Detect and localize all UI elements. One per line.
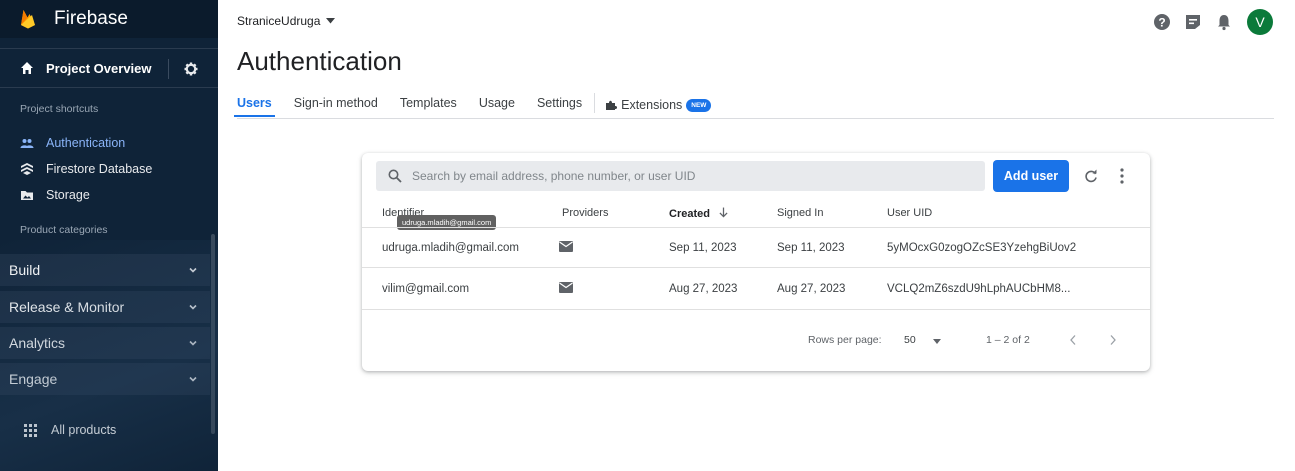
storage-icon [21, 191, 33, 200]
sidebar: Firebase Project Overview Project shortc… [0, 0, 218, 471]
notifications-bell-icon[interactable] [1215, 13, 1233, 31]
puzzle-icon [606, 100, 618, 110]
firestore-icon [21, 163, 33, 175]
tab-templates[interactable]: Templates [400, 93, 457, 117]
divider [168, 59, 169, 79]
cell-signed-in: Aug 27, 2023 [777, 283, 846, 295]
project-overview-row: Project Overview [0, 48, 218, 88]
chevron-right-icon[interactable] [1109, 334, 1117, 346]
avatar[interactable]: V [1247, 9, 1273, 35]
users-table-card: Add user Identifier Providers Created Si… [362, 153, 1150, 371]
chevron-left-icon[interactable] [1069, 334, 1077, 346]
help-icon[interactable]: ? [1153, 13, 1171, 31]
firebase-brand[interactable]: Firebase [0, 0, 218, 38]
cell-created: Sep 11, 2023 [669, 242, 737, 254]
apps-grid-icon [24, 423, 37, 437]
sidebar-item-label: Storage [46, 188, 90, 202]
sidebar-scrollbar[interactable] [211, 234, 215, 434]
tab-usage[interactable]: Usage [479, 93, 515, 117]
column-header-created[interactable]: Created [669, 207, 728, 220]
new-badge: NEW [686, 98, 712, 112]
tab-users[interactable]: Users [234, 93, 275, 117]
project-selector[interactable]: StraniceUdruga [237, 14, 336, 28]
category-label: Analytics [9, 335, 66, 351]
row-divider [362, 227, 1150, 228]
email-provider-icon [559, 282, 573, 293]
page-title: Authentication [237, 46, 402, 76]
home-icon [21, 62, 33, 74]
cell-identifier: udruga.mladih@gmail.com [382, 242, 519, 254]
tab-underline [237, 118, 1274, 119]
category-label: Release & Monitor [9, 299, 125, 315]
firebase-logo-icon [21, 10, 35, 29]
tab-settings[interactable]: Settings [537, 93, 582, 117]
search-icon [388, 169, 402, 183]
add-user-button[interactable]: Add user [993, 160, 1069, 192]
column-header-label: Created [669, 208, 710, 220]
tab-divider [594, 93, 596, 113]
cell-signed-in: Sep 11, 2023 [777, 242, 845, 254]
category-engage[interactable]: Engage [0, 363, 210, 395]
svg-text:?: ? [1158, 16, 1165, 30]
column-header-signed-in[interactable]: Signed In [777, 207, 823, 219]
search-input[interactable] [412, 169, 972, 183]
project-shortcuts-title: Project shortcuts [20, 103, 99, 115]
arrow-down-icon [719, 207, 728, 218]
caret-down-icon [326, 18, 336, 24]
category-analytics[interactable]: Analytics [0, 327, 210, 359]
chevron-down-icon [189, 267, 197, 273]
chevron-down-icon [189, 340, 197, 346]
pagination-range: 1 – 2 of 2 [986, 334, 1030, 346]
extensions-label: Extensions [621, 98, 683, 112]
cell-identifier: vilim@gmail.com [382, 283, 470, 295]
chevron-down-icon [189, 376, 197, 382]
caret-down-icon[interactable] [933, 339, 941, 344]
refresh-icon[interactable] [1084, 169, 1098, 183]
cell-created: Aug 27, 2023 [669, 283, 738, 295]
category-release-monitor[interactable]: Release & Monitor [0, 291, 210, 323]
more-vert-icon[interactable] [1120, 168, 1124, 184]
tab-extensions[interactable]: Extensions NEW [605, 93, 712, 117]
gear-icon[interactable] [184, 62, 198, 76]
category-label: Build [9, 262, 41, 278]
column-header-providers[interactable]: Providers [562, 207, 608, 219]
rows-per-page-select[interactable]: 50 [904, 334, 916, 346]
email-provider-icon [559, 241, 573, 252]
category-label: Engage [9, 371, 58, 387]
sidebar-item-label: Authentication [46, 136, 126, 150]
sidebar-item-label: Firestore Database [46, 162, 153, 176]
row-divider [362, 267, 1150, 268]
chevron-down-icon [189, 304, 197, 310]
search-bar[interactable] [376, 161, 985, 191]
people-icon [20, 139, 34, 148]
cell-user-uid: 5yMOcxG0zogOZcSE3YzehgBiUov2 [887, 242, 1077, 254]
brand-name: Firebase [54, 8, 128, 29]
rows-per-page-label: Rows per page: [808, 334, 882, 346]
product-categories-title: Product categories [20, 224, 108, 236]
row-divider [362, 309, 1150, 310]
category-build[interactable]: Build [0, 254, 210, 286]
project-overview-link[interactable]: Project Overview [46, 61, 152, 76]
sidebar-item-firestore[interactable]: Firestore Database [20, 160, 152, 178]
column-header-user-uid[interactable]: User UID [887, 207, 932, 219]
all-products-label: All products [51, 423, 117, 437]
tab-bar: Users Sign-in method Templates Usage Set… [234, 93, 712, 117]
all-products-link[interactable]: All products [24, 423, 116, 437]
tab-sign-in-method[interactable]: Sign-in method [294, 93, 378, 117]
top-toolbar: ? V [1140, 9, 1273, 35]
cell-user-uid: VCLQ2mZ6szdU9hLphAUCbHM8... [887, 283, 1071, 295]
project-name: StraniceUdruga [237, 14, 321, 28]
release-notes-icon[interactable] [1184, 13, 1202, 31]
sidebar-item-storage[interactable]: Storage [20, 186, 90, 204]
sidebar-item-authentication[interactable]: Authentication [20, 134, 125, 152]
